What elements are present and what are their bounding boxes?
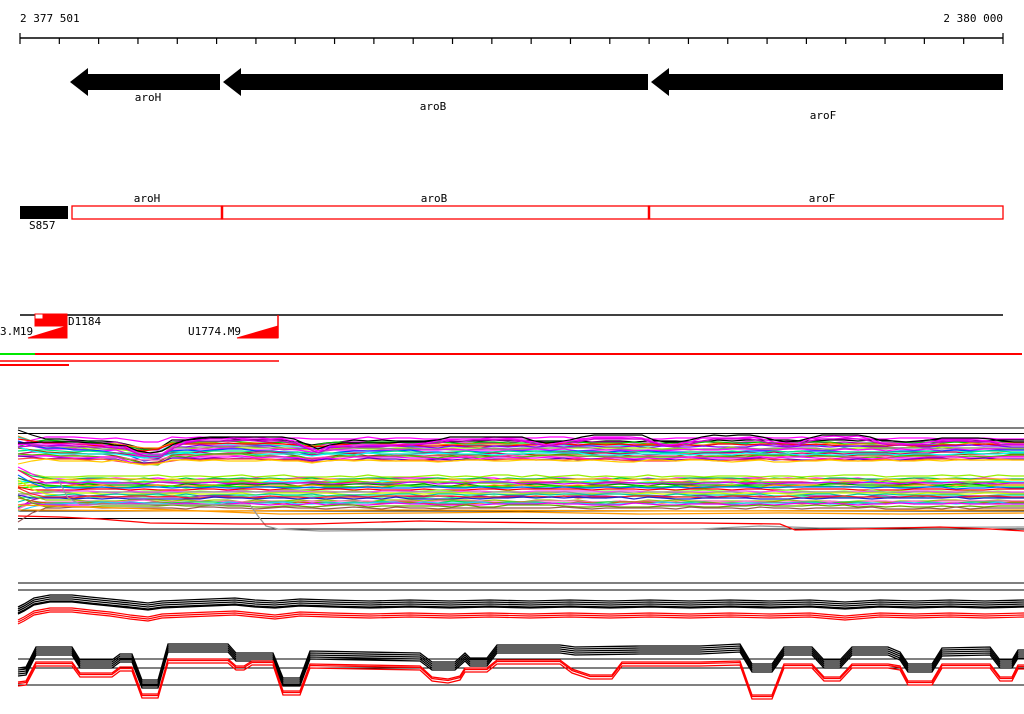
ruler-end-coordinate: 2 380 000 bbox=[943, 12, 1003, 25]
probe-label-U1774M9: U1774.M9 bbox=[188, 325, 241, 338]
browser-canvas bbox=[0, 33, 1024, 700]
genome-browser: 2 377 501 2 380 000 aroH aroB aroF S857 … bbox=[0, 0, 1024, 714]
annotation-box-aroB[interactable] bbox=[221, 205, 650, 220]
probe-label-3M19: 3.M19 bbox=[0, 325, 34, 338]
clone-box-S857[interactable] bbox=[20, 206, 68, 219]
ruler-start-coordinate: 2 377 501 bbox=[20, 12, 80, 25]
probe-label-D1184: D1184 bbox=[68, 315, 102, 328]
profile-line bbox=[17, 469, 1024, 478]
annotation-label-aroH: aroH bbox=[133, 192, 161, 205]
probe-wedge-U1774.M9[interactable] bbox=[236, 325, 279, 339]
profile-bundle-line bbox=[17, 659, 1024, 698]
probe-wedge-3.M19[interactable] bbox=[27, 325, 68, 339]
annotation-box-aroH[interactable] bbox=[71, 205, 223, 220]
gene-arrow-aroF[interactable] bbox=[651, 68, 1003, 96]
clone-label: S857 bbox=[29, 219, 56, 232]
profile-line bbox=[17, 466, 1024, 481]
profile-bundle-line bbox=[17, 651, 1024, 689]
gene-label-aroB: aroB bbox=[419, 100, 447, 113]
annotation-label-aroB: aroB bbox=[420, 192, 448, 205]
gene-label-aroF: aroF bbox=[809, 109, 837, 122]
annotation-box-aroF[interactable] bbox=[648, 205, 1004, 220]
gene-arrow-aroB[interactable] bbox=[223, 68, 648, 96]
gene-label-aroH: aroH bbox=[134, 91, 162, 104]
annotation-label-aroF: aroF bbox=[808, 192, 836, 205]
probe-box-notch bbox=[34, 313, 44, 320]
profile-bundle-line bbox=[17, 609, 1024, 623]
